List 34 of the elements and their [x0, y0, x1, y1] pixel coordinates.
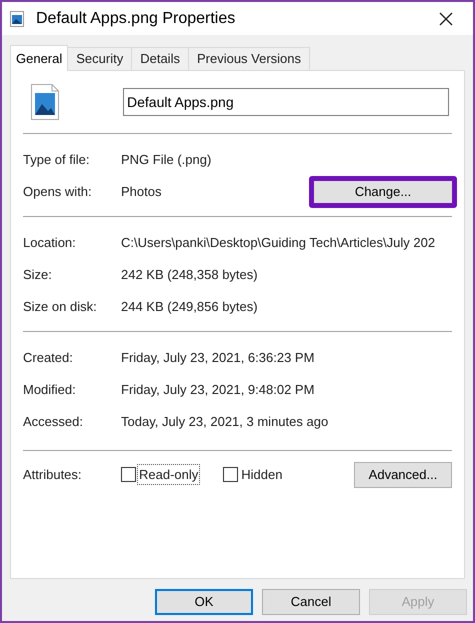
field-label: Type of file:	[23, 151, 90, 170]
window-title: Default Apps.png Properties	[36, 8, 236, 28]
field-label: Created:	[23, 349, 74, 368]
field-label: Accessed:	[23, 413, 84, 432]
field-value: 242 KB (248,358 bytes)	[121, 266, 258, 284]
checkbox[interactable]	[121, 467, 136, 482]
checkbox-label[interactable]: Read-only	[138, 464, 200, 484]
field-label: Attributes:	[23, 466, 83, 484]
image-file-icon	[10, 10, 24, 26]
checkbox[interactable]	[223, 467, 238, 482]
image-file-icon	[31, 84, 59, 120]
tab[interactable]: Previous Versions	[188, 47, 310, 70]
tab[interactable]: General	[10, 45, 68, 71]
field-label: Location:	[23, 234, 77, 252]
field-label: Size on disk:	[23, 298, 98, 316]
dialog-button[interactable]: OK	[155, 589, 253, 615]
advanced-button[interactable]: Advanced...	[354, 462, 452, 488]
tab[interactable]: Details	[132, 47, 189, 70]
file-name-field[interactable]: Default Apps.png	[123, 88, 449, 116]
field-label: Modified:	[23, 381, 77, 400]
field-value: Friday, July 23, 2021, 9:48:02 PM	[121, 381, 314, 400]
field-label: Size:	[23, 266, 53, 284]
close-icon[interactable]	[439, 12, 453, 26]
tab[interactable]: Security	[68, 47, 132, 70]
checkbox-label[interactable]: Hidden	[241, 464, 282, 484]
field-value: PNG File (.png)	[121, 151, 212, 170]
field-value: 244 KB (249,856 bytes)	[121, 298, 258, 316]
field-value: Friday, July 23, 2021, 6:36:23 PM	[121, 349, 314, 368]
change-button[interactable]: Change...	[309, 176, 457, 208]
field-label: Opens with:	[23, 183, 93, 202]
field-value: Today, July 23, 2021, 3 minutes ago	[121, 413, 328, 432]
field-value: C:\Users\panki\Desktop\Guiding Tech\Articles\July 202	[121, 234, 436, 252]
field-value: Photos	[121, 183, 162, 202]
dialog-button[interactable]: Cancel	[262, 589, 360, 615]
